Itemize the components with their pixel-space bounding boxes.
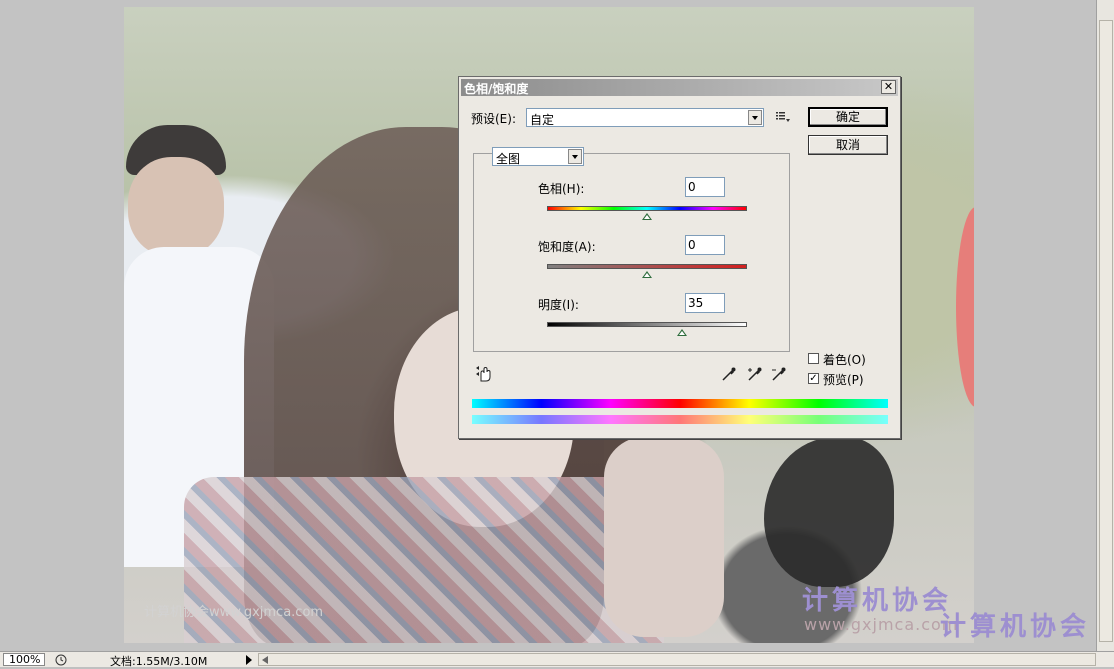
hand-adjust-icon[interactable] [475,365,493,383]
watermark-text: www.gxjmca.com [804,615,959,634]
lightness-slider-thumb[interactable] [677,329,687,336]
watermark-text: 计算机协会www.gxjmca.com [144,605,324,620]
dialog-titlebar[interactable]: 色相/饱和度 ✕ [461,79,898,96]
scroll-left-icon[interactable] [261,655,269,665]
color-spectrum-bar-bottom [472,415,888,424]
colorize-checkbox[interactable] [808,353,819,364]
edit-range-select[interactable]: 全图 [492,147,584,166]
ok-button[interactable]: 确定 [808,107,888,127]
lightness-slider-track[interactable] [547,322,747,327]
photo-region [128,157,224,257]
hue-input[interactable]: 0 [685,177,725,197]
preset-label: 预设(E): [471,112,516,126]
edit-range-value: 全图 [496,152,521,166]
hue-saturation-dialog: 色相/饱和度 ✕ 预设(E): 自定 确定 取消 全图 色相(H): 0 饱和度… [458,76,901,439]
saturation-slider-track[interactable] [547,264,747,269]
dropdown-arrow-icon[interactable] [748,110,762,125]
adjustment-group: 全图 色相(H): 0 饱和度(A): 0 明度(I): 35 [473,147,790,352]
saturation-label: 饱和度(A): [538,240,596,254]
saturation-slider-thumb[interactable] [642,271,652,278]
cancel-button[interactable]: 取消 [808,135,888,155]
dialog-title: 色相/饱和度 [464,82,529,96]
photo-region [956,207,974,407]
status-menu-arrow-icon[interactable] [245,655,253,665]
close-icon[interactable]: ✕ [881,80,896,94]
preset-select[interactable]: 自定 [526,108,764,127]
zoom-field[interactable]: 100% [3,653,45,666]
vertical-scrollbar[interactable] [1096,0,1114,651]
status-bar: 100% 文档:1.55M/3.10M [0,651,1114,668]
preset-value: 自定 [530,113,555,127]
scroll-thumb[interactable] [1099,20,1113,642]
lightness-label: 明度(I): [538,298,579,312]
colorize-label[interactable]: 着色(O) [823,351,866,368]
eyedropper-icon[interactable] [721,366,737,382]
eyedropper-plus-icon[interactable] [747,366,763,382]
hue-slider-track[interactable] [547,206,747,211]
hue-label: 色相(H): [538,182,585,196]
color-spectrum-bar-top [472,399,888,408]
saturation-input[interactable]: 0 [685,235,725,255]
lightness-input[interactable]: 35 [685,293,725,313]
dropdown-arrow-icon[interactable] [568,149,582,164]
preview-label[interactable]: 预览(P) [823,371,864,388]
preview-checkbox[interactable]: ✓ [808,373,819,384]
status-icon[interactable] [55,654,67,666]
horizontal-scrollbar[interactable] [258,653,1096,666]
eyedropper-minus-icon[interactable] [771,366,787,382]
watermark-text: 计算机协会 [940,612,1091,642]
photo-region [764,437,894,587]
photo-region [604,437,724,637]
preset-menu-icon[interactable] [776,111,790,123]
watermark-text: 计算机协会 [802,586,953,616]
hue-slider-thumb[interactable] [642,213,652,220]
